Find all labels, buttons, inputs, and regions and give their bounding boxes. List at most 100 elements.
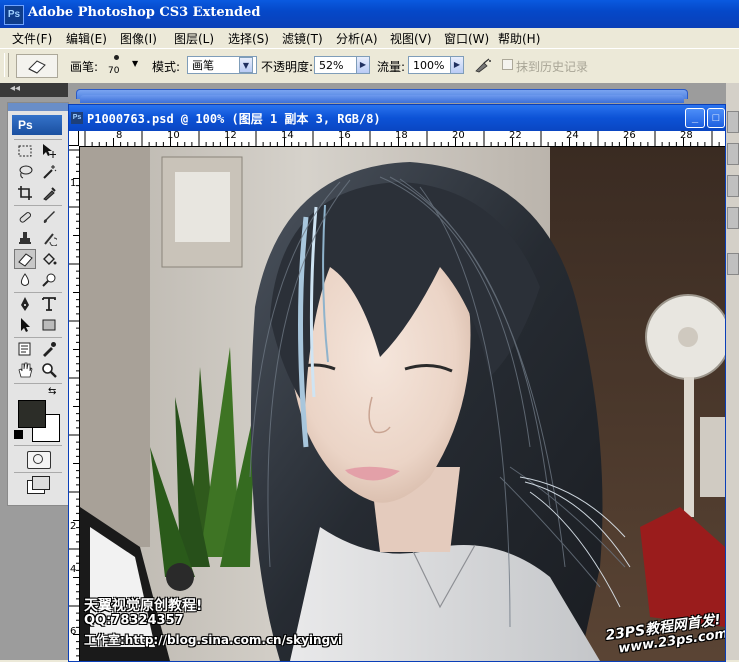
opacity-label: 不透明度: [261,60,314,74]
menu-help[interactable]: 帮助(H) [498,30,540,47]
panel-icon-button[interactable] [727,207,739,229]
brush-tool[interactable] [38,207,60,227]
paint-bucket-icon [43,253,57,265]
ruler-origin[interactable] [69,131,79,146]
menu-window[interactable]: 窗口(W) [444,30,489,47]
zoom-tool[interactable] [38,360,60,380]
opacity-value: 52% [319,59,344,72]
ruler-label: 26 [623,131,636,141]
toolbox-dock-header[interactable]: ◂◂ [0,83,68,97]
blur-drop-icon [20,273,30,286]
maximize-icon: □ [712,112,720,124]
vertical-ruler[interactable]: 1 2 4 6 [69,146,80,661]
rectangle-shape-icon [42,319,56,331]
healing-brush-tool[interactable] [14,207,36,227]
ruler-label: 22 [509,131,522,141]
crop-tool[interactable] [14,183,36,203]
watermark-studio: 天翼视觉原创教程! [84,598,203,614]
hand-tool[interactable] [14,360,36,380]
history-brush-tool[interactable] [38,228,60,248]
watermark-qq: QQ:78324357 [84,613,184,628]
options-bar: 画笔: 70 ▼ 模式: 画笔 ▼ 不透明度: 52% ▶ 流量: 100% ▶… [0,48,739,84]
document-ps-icon: Ps [71,112,83,124]
type-tool[interactable] [38,294,60,314]
hand-icon [18,362,33,378]
erase-history-checkbox[interactable] [502,59,513,70]
mode-dropdown-button[interactable]: ▼ [239,57,253,73]
type-t-icon [42,297,56,311]
move-arrow-icon [43,144,56,158]
menu-edit[interactable]: 编辑(E) [66,30,107,47]
mode-label: 模式: [152,60,181,74]
menu-layer[interactable]: 图层(L) [174,30,214,47]
panel-icon-button[interactable] [727,143,739,165]
document-title: P1000763.psd @ 100% (图层 1 副本 3, RGB/8) [87,112,381,126]
opacity-slider-button[interactable]: ▶ [356,56,370,74]
ruler-label: 20 [452,131,465,141]
title-bar[interactable]: Ps Adobe Photoshop CS3 Extended [0,0,739,28]
tools-panel: Ps ⇆ [7,102,69,506]
panel-icon-button[interactable] [727,111,739,133]
document-title-bar[interactable]: Ps P1000763.psd @ 100% (图层 1 副本 3, RGB/8… [69,105,725,131]
panel-icon-button[interactable] [727,253,739,275]
foreground-color-swatch-front[interactable] [18,400,46,428]
brush-size-value: 70 [108,66,120,76]
tool-preset-picker[interactable] [16,54,58,78]
clone-stamp-tool[interactable] [14,228,36,248]
brush-picker[interactable]: 70 ▼ [104,53,144,79]
swap-colors-icon[interactable]: ⇆ [48,386,56,397]
path-selection-icon [21,318,30,332]
photo-portrait-image [80,147,725,661]
menu-bar: 文件(F) 编辑(E) 图像(I) 图层(L) 选择(S) 滤镜(T) 分析(A… [0,28,739,48]
mode-value: 画笔 [192,59,214,72]
panel-icon-button[interactable] [727,175,739,197]
watermark-blog: 工作室:http://blog.sina.com.cn/skyingvi [84,633,343,647]
collapse-arrows-icon: ◂◂ [10,83,21,94]
lasso-tool[interactable] [14,162,36,182]
eraser-tool[interactable] [14,249,36,269]
horizontal-ruler[interactable]: 8 10 12 14 16 18 20 22 24 26 28 [79,131,725,147]
background-document-window-2[interactable] [80,95,684,103]
shape-tool[interactable] [38,315,60,335]
eyedropper-icon [43,342,56,357]
magic-wand-icon [43,165,57,179]
paint-bucket-tool[interactable] [38,249,60,269]
notes-tool[interactable] [14,339,36,359]
history-brush-icon [44,233,57,246]
eyedropper-tool[interactable] [38,339,60,359]
pen-tool[interactable] [14,294,36,314]
move-tool[interactable] [38,141,60,161]
screen-mode-button[interactable] [27,476,51,494]
pen-nib-icon [21,297,29,311]
menu-view[interactable]: 视图(V) [390,30,432,47]
blur-tool[interactable] [14,270,36,290]
window-title: Adobe Photoshop CS3 Extended [28,5,261,20]
marquee-tool[interactable] [14,141,36,161]
magic-wand-tool[interactable] [38,162,60,182]
menu-analysis[interactable]: 分析(A) [336,30,378,47]
minimize-button[interactable]: _ [685,108,705,128]
default-colors-icon[interactable] [14,430,23,439]
quick-mask-button[interactable] [27,451,51,469]
slice-tool[interactable] [38,183,60,203]
menu-select[interactable]: 选择(S) [228,30,269,47]
dodge-tool[interactable] [38,270,60,290]
photoshop-logo[interactable]: Ps [12,115,62,135]
menu-file[interactable]: 文件(F) [12,30,52,47]
path-selection-tool[interactable] [14,315,36,335]
menu-image[interactable]: 图像(I) [120,30,157,47]
flow-slider-button[interactable]: ▶ [450,56,464,74]
airbrush-icon [475,58,491,73]
document-window: Ps P1000763.psd @ 100% (图层 1 副本 3, RGB/8… [68,104,726,662]
tools-panel-header[interactable] [8,103,68,111]
ruler-label: 14 [281,131,294,141]
maximize-button[interactable]: □ [707,108,725,128]
rectangular-marquee-icon [18,145,32,157]
menu-filter[interactable]: 滤镜(T) [282,30,323,47]
image-canvas[interactable]: 天翼视觉原创教程! QQ:78324357 工作室:http://blog.si… [80,147,725,661]
panel-dock [726,83,739,660]
airbrush-toggle[interactable] [472,55,494,75]
erase-history-label: 抹到历史记录 [516,60,589,74]
options-grip[interactable] [4,53,9,77]
ruler-ticks [69,149,79,657]
